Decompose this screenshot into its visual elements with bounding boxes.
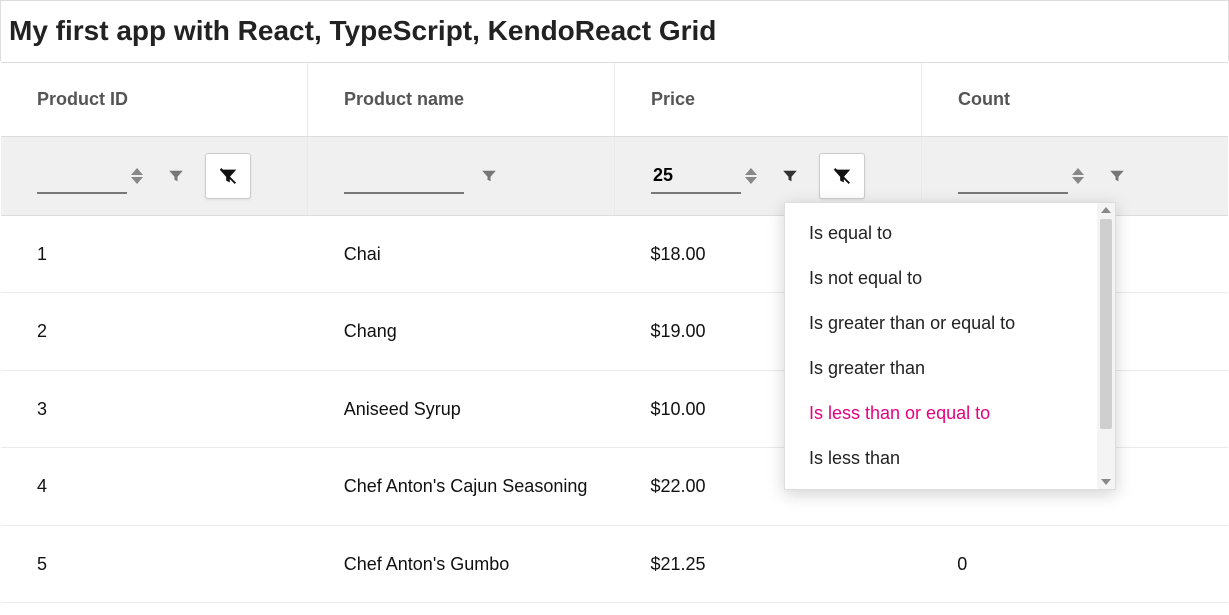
dropdown-item[interactable]: Is less than: [785, 436, 1097, 481]
dropdown-item[interactable]: Is equal to: [785, 211, 1097, 256]
funnel-icon: [1108, 167, 1126, 185]
scroll-thumb[interactable]: [1100, 219, 1112, 429]
spinner-up-icon[interactable]: [131, 168, 143, 175]
table-cell-name: Chai: [308, 216, 615, 292]
table-cell-id: 5: [1, 526, 308, 602]
table-row[interactable]: 5Chef Anton's Gumbo$21.250: [1, 526, 1228, 603]
dropdown-item[interactable]: Is greater than or equal to: [785, 301, 1097, 346]
spinner-up-icon[interactable]: [745, 168, 757, 175]
table-cell-count: 0: [921, 526, 1228, 602]
filter-operator-dropdown: Is equal toIs not equal toIs greater tha…: [784, 202, 1116, 490]
spinner-down-icon[interactable]: [1072, 177, 1084, 184]
column-header-price[interactable]: Price: [615, 63, 922, 136]
table-cell-id: 2: [1, 293, 308, 369]
filter-input-count[interactable]: [958, 159, 1068, 194]
dropdown-item[interactable]: Is greater than: [785, 346, 1097, 391]
numeric-spinner-product-id: [131, 168, 143, 184]
table-cell-name: Aniseed Syrup: [308, 371, 615, 447]
filter-operator-button-count[interactable]: [1100, 159, 1134, 193]
funnel-icon: [167, 167, 185, 185]
table-cell-id: 3: [1, 371, 308, 447]
spinner-down-icon[interactable]: [131, 177, 143, 184]
column-header-product-name[interactable]: Product name: [308, 63, 615, 136]
table-cell-id: 4: [1, 448, 308, 524]
dropdown-scrollbar[interactable]: [1097, 203, 1115, 489]
column-header-count[interactable]: Count: [922, 63, 1228, 136]
column-header-product-id[interactable]: Product ID: [1, 63, 308, 136]
spinner-up-icon[interactable]: [1072, 168, 1084, 175]
scroll-up-icon[interactable]: [1101, 207, 1111, 213]
filter-operator-button-product-id[interactable]: [159, 159, 193, 193]
filter-cell-product-name: [308, 137, 615, 215]
filter-input-product-id[interactable]: [37, 159, 127, 194]
table-cell-id: 1: [1, 216, 308, 292]
filter-input-price[interactable]: [651, 159, 741, 194]
dropdown-item[interactable]: Is less than or equal to: [785, 391, 1097, 436]
filter-input-product-name[interactable]: [344, 159, 464, 194]
filter-clear-button-price[interactable]: [819, 153, 865, 199]
funnel-icon: [480, 167, 498, 185]
table-cell-name: Chef Anton's Gumbo: [308, 526, 615, 602]
page-title: My first app with React, TypeScript, Ken…: [0, 0, 1229, 61]
scroll-down-icon[interactable]: [1101, 479, 1111, 485]
filter-clear-button-product-id[interactable]: [205, 153, 251, 199]
numeric-spinner-count: [1072, 168, 1084, 184]
grid-header-row: Product ID Product name Price Count: [1, 62, 1228, 137]
filter-operator-button-price[interactable]: [773, 159, 807, 193]
dropdown-item[interactable]: Is not equal to: [785, 256, 1097, 301]
spinner-down-icon[interactable]: [745, 177, 757, 184]
funnel-clear-icon: [831, 165, 853, 187]
filter-cell-product-id: [1, 137, 308, 215]
funnel-clear-icon: [217, 165, 239, 187]
funnel-icon: [781, 167, 799, 185]
table-cell-price: $21.25: [615, 526, 922, 602]
table-cell-name: Chef Anton's Cajun Seasoning: [308, 448, 615, 524]
filter-operator-button-product-name[interactable]: [472, 159, 506, 193]
dropdown-list: Is equal toIs not equal toIs greater tha…: [785, 203, 1097, 489]
table-cell-name: Chang: [308, 293, 615, 369]
numeric-spinner-price: [745, 168, 757, 184]
